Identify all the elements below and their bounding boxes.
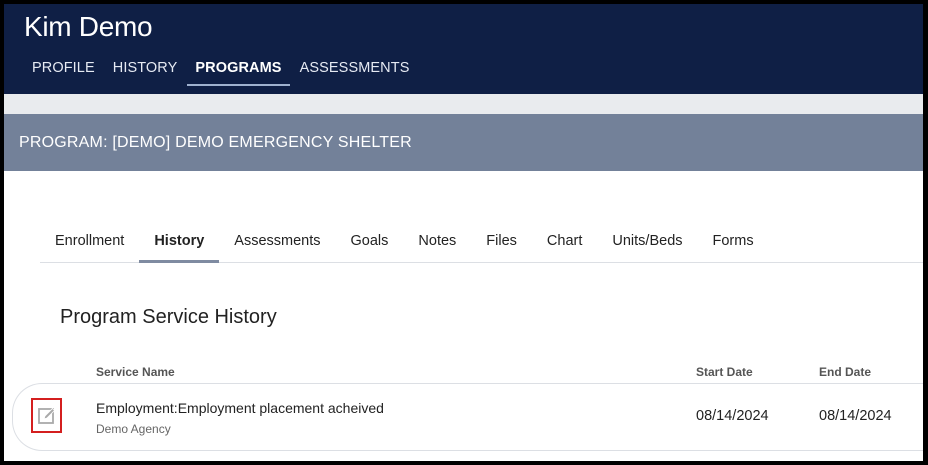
column-header-start-date[interactable]: Start Date <box>696 365 753 379</box>
app-window: Kim Demo PROFILE HISTORY PROGRAMS ASSESS… <box>0 0 928 465</box>
program-title: PROGRAM: [DEMO] DEMO EMERGENCY SHELTER <box>19 134 412 151</box>
top-nav: PROFILE HISTORY PROGRAMS ASSESSMENTS <box>24 60 419 86</box>
subtab-notes[interactable]: Notes <box>403 224 471 262</box>
subtab-chart[interactable]: Chart <box>532 224 597 262</box>
subtab-files[interactable]: Files <box>471 224 532 262</box>
subtab-enrollment[interactable]: Enrollment <box>40 224 139 262</box>
tab-history[interactable]: HISTORY <box>105 60 186 86</box>
edit-icon <box>37 407 55 424</box>
subtab-goals[interactable]: Goals <box>336 224 404 262</box>
table-row[interactable] <box>12 383 923 451</box>
client-name: Kim Demo <box>24 11 153 42</box>
tab-programs[interactable]: PROGRAMS <box>187 60 290 86</box>
column-header-service-name[interactable]: Service Name <box>96 365 175 379</box>
service-agency: Demo Agency <box>96 422 171 436</box>
edit-button[interactable] <box>31 398 62 433</box>
client-header: Kim Demo PROFILE HISTORY PROGRAMS ASSESS… <box>4 4 923 94</box>
subtab-assessments[interactable]: Assessments <box>219 224 335 262</box>
header-divider <box>4 94 923 114</box>
tab-assessments[interactable]: ASSESSMENTS <box>292 60 418 86</box>
tab-profile[interactable]: PROFILE <box>24 60 103 86</box>
service-name: Employment:Employment placement acheived <box>96 400 384 416</box>
end-date: 08/14/2024 <box>819 408 892 424</box>
start-date: 08/14/2024 <box>696 408 769 424</box>
column-header-end-date[interactable]: End Date <box>819 365 871 379</box>
subtab-forms[interactable]: Forms <box>698 224 769 262</box>
subtab-history[interactable]: History <box>139 224 220 263</box>
section-title: Program Service History <box>60 306 277 328</box>
program-sub-tabs: Enrollment History Assessments Goals Not… <box>40 224 923 263</box>
program-bar: PROGRAM: [DEMO] DEMO EMERGENCY SHELTER <box>4 114 923 171</box>
subtab-units-beds[interactable]: Units/Beds <box>597 224 697 262</box>
